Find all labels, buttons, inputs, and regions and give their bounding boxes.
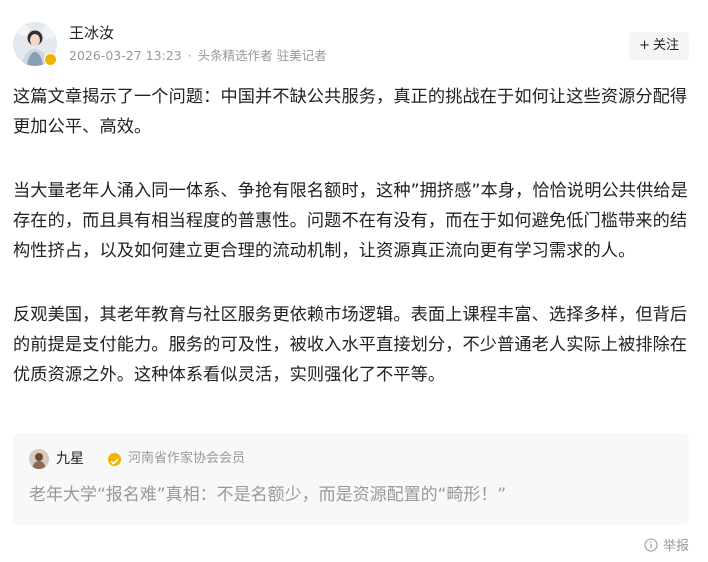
author-name[interactable]: 王冰汝 <box>69 24 114 42</box>
meta-separator: · <box>187 48 192 63</box>
follow-label: 关注 <box>652 38 679 53</box>
report-label: 举报 <box>662 539 689 554</box>
check-icon <box>110 458 119 465</box>
verified-badge-icon <box>108 453 121 466</box>
post-date: 2026-03-27 13:23 <box>69 48 182 63</box>
paragraph: 当大量老年人涌入同一体系、争抢有限名额时，这种”拥挤感”本身，恰恰说明公共供给是… <box>13 181 688 261</box>
follow-button[interactable]: + 关注 <box>629 32 689 60</box>
quoted-post-title[interactable]: 老年大学“报名难”真相：不是名额少，而是资源配置的“畸形！” <box>29 483 673 507</box>
quoted-post-header: 九星 河南省作家协会会员 <box>29 449 673 469</box>
plus-icon: + <box>639 38 650 53</box>
paragraph: 反观美国，其老年教育与社区服务更依赖市场逻辑。表面上课程丰富、选择多样，但背后的… <box>13 305 688 385</box>
paragraph: 这篇文章揭示了一个问题：中国并不缺公共服务，真正的挑战在于如何让这些资源分配得更… <box>13 87 688 137</box>
post-body: 这篇文章揭示了一个问题：中国并不缺公共服务，真正的挑战在于如何让这些资源分配得更… <box>13 82 691 424</box>
report-button[interactable]: 举报 <box>644 537 689 557</box>
quoted-author-description: 河南省作家协会会员 <box>128 451 246 466</box>
post-header: 王冰汝 2026-03-27 13:23 · 头条精选作者 驻美记者 + 关注 <box>13 20 695 68</box>
quoted-post-card[interactable]: 九星 河南省作家协会会员 老年大学“报名难”真相：不是名额少，而是资源配置的“畸… <box>13 433 689 525</box>
verified-badge-icon <box>44 53 57 66</box>
post-meta: 2026-03-27 13:23 · 头条精选作者 驻美记者 <box>69 48 329 64</box>
user-avatar-icon <box>29 449 49 469</box>
quoted-author-name[interactable]: 九星 <box>56 449 84 469</box>
quoted-author-avatar[interactable] <box>29 449 49 469</box>
author-tags: 头条精选作者 驻美记者 <box>197 48 327 63</box>
info-circle-icon <box>644 538 658 552</box>
